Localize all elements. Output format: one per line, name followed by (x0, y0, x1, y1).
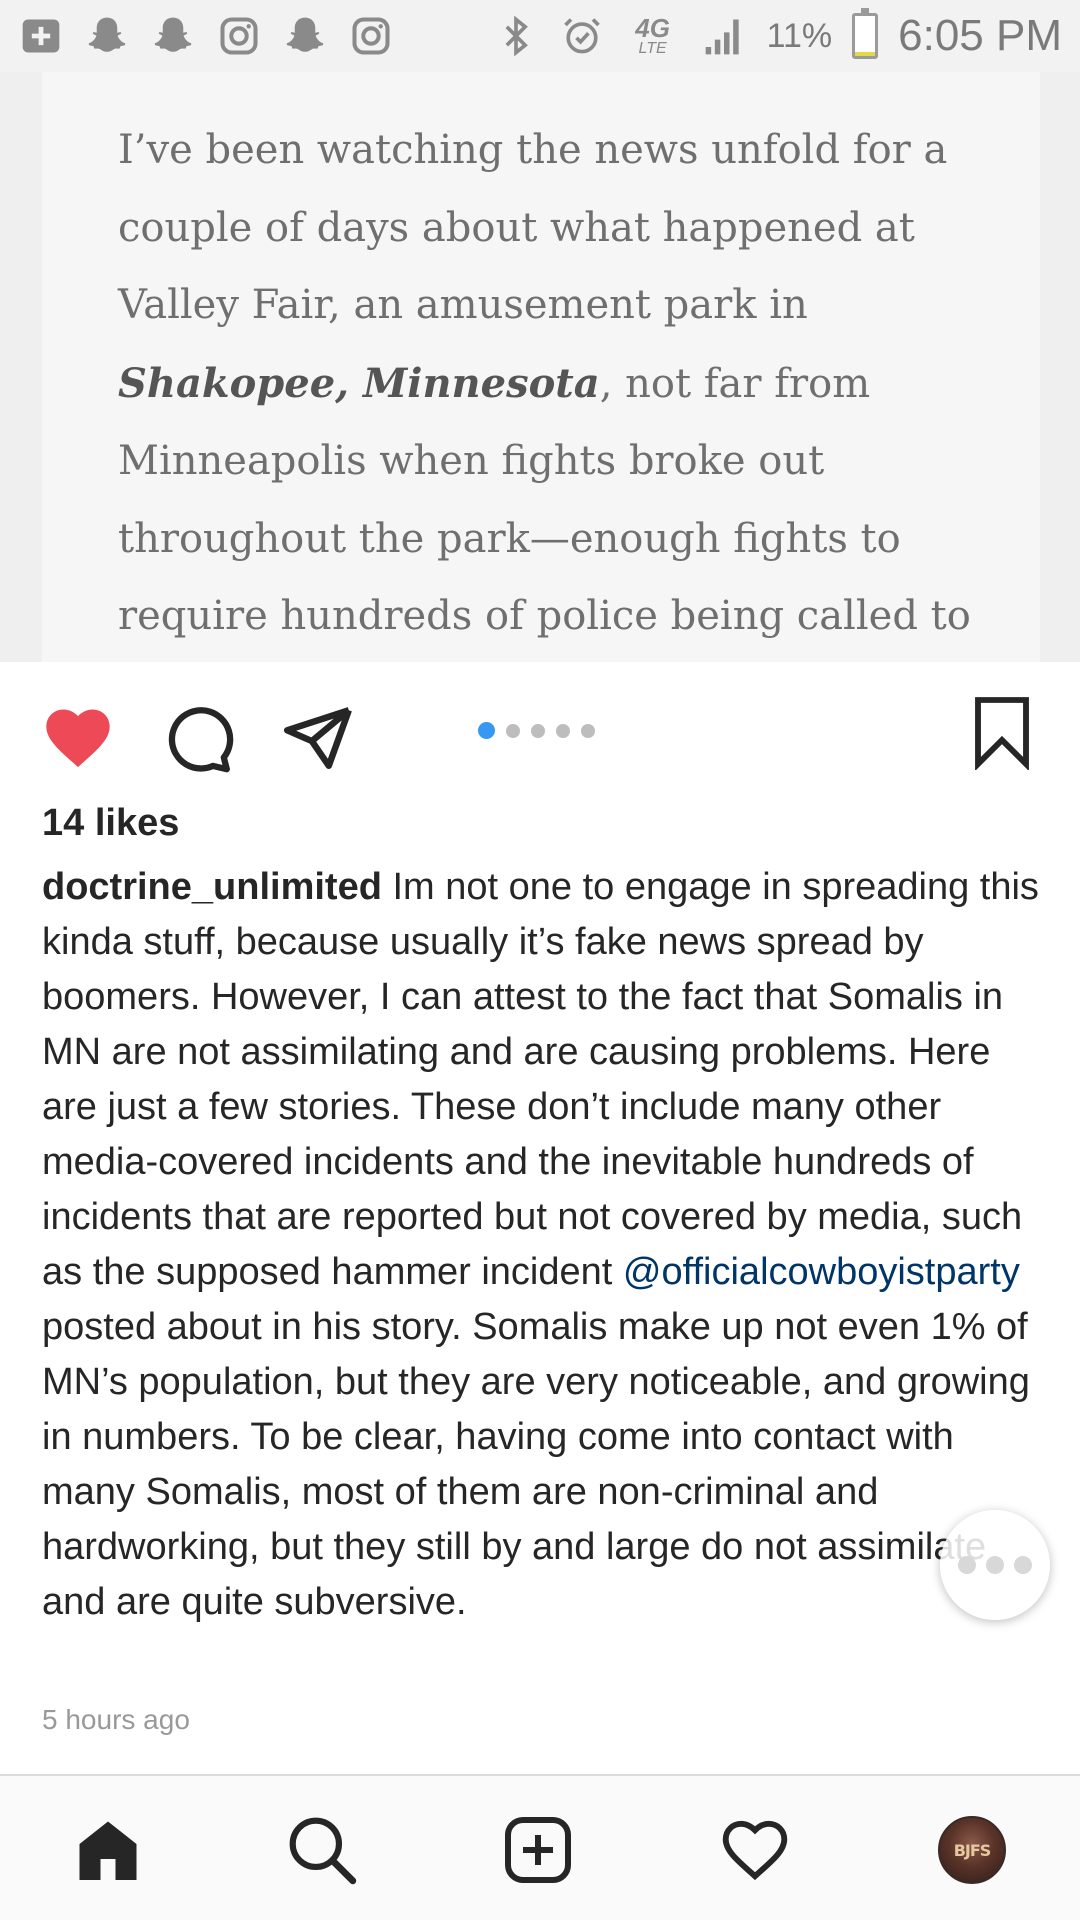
article-line: throughout the park—enough fights to (118, 515, 901, 562)
instagram-icon (216, 13, 262, 59)
carousel-indicator (478, 722, 595, 739)
instagram-icon (348, 13, 394, 59)
home-icon (79, 1821, 137, 1880)
network-type: 4G (635, 13, 670, 43)
avatar-text: BJFS (953, 1840, 992, 1860)
status-bar-notifications (18, 13, 394, 59)
post-timestamp: 5 hours ago (42, 1704, 190, 1735)
bookmark-icon (975, 697, 1029, 770)
carousel-dot (581, 723, 595, 738)
article-line: I’ve been watching the news unfold for a (118, 127, 948, 173)
nav-home-button[interactable] (68, 1810, 148, 1890)
status-bar: 4G LTE 11% 6:05 PM (0, 0, 1080, 72)
bottom-navigation: BJFS (0, 1774, 1080, 1920)
caption-username[interactable]: doctrine_unlimited (42, 866, 382, 908)
save-button[interactable] (968, 692, 1036, 772)
article-line-rest: , not far from (599, 360, 871, 407)
profile-avatar: BJFS (938, 1816, 1006, 1884)
caption-text-continued: posted about in his story. Somalis make … (42, 1306, 1030, 1623)
article-screenshot: I’ve been watching the news unfold for a… (42, 72, 1040, 662)
battery-level (855, 51, 876, 56)
network-subtype: LTE (638, 40, 667, 57)
article-line: Minneapolis when fights broke out (118, 438, 825, 484)
add-post-icon (505, 1817, 571, 1883)
article-line: Shakopee, Minnesota, not far from (118, 345, 998, 424)
carousel-dot (478, 722, 495, 739)
post-image[interactable]: I’ve been watching the news unfold for a… (0, 72, 1080, 662)
post-caption: doctrine_unlimited Im not one to engage … (42, 860, 1042, 1630)
comment-button[interactable] (160, 698, 236, 778)
clock: 6:05 PM (898, 11, 1062, 60)
add-box-icon (18, 13, 64, 59)
article-line: Valley Fair, an amusement park in (118, 282, 808, 328)
caption-text: Im not one to engage in spreading this k… (42, 866, 1039, 1293)
4g-lte-icon: 4G LTE (625, 13, 681, 59)
more-dot-icon (986, 1556, 1004, 1574)
activity-heart-icon (722, 1820, 788, 1881)
snapchat-icon (282, 13, 328, 59)
article-bold-location: Shakopee, Minnesota (118, 359, 600, 407)
nav-activity-button[interactable] (715, 1810, 795, 1890)
carousel-dot (556, 723, 570, 738)
carousel-dot (506, 723, 520, 738)
caption-mention[interactable]: @officialcowboyistparty (623, 1251, 1020, 1293)
heart-filled-icon (46, 709, 110, 768)
like-button[interactable] (38, 698, 118, 778)
status-bar-system: 4G LTE 11% 6:05 PM (493, 8, 1062, 61)
article-line: couple of days about what happened at (118, 204, 915, 251)
battery-percent: 11% (766, 16, 833, 55)
snapchat-icon (84, 13, 130, 59)
comment-icon (168, 707, 234, 773)
share-button[interactable] (278, 698, 358, 778)
floating-more-button[interactable] (940, 1510, 1050, 1620)
carousel-dot (531, 723, 545, 738)
nav-profile-button[interactable]: BJFS (932, 1810, 1012, 1890)
alarm-icon (559, 13, 605, 59)
more-dot-icon (958, 1556, 976, 1574)
like-count[interactable]: 14 likes (42, 802, 179, 845)
battery-icon (852, 8, 879, 59)
snapchat-icon (150, 13, 196, 59)
more-dot-icon (1014, 1556, 1032, 1574)
signal-icon (701, 13, 747, 59)
direct-share-icon (283, 707, 352, 769)
article-text: I’ve been watching the news unfold for a… (118, 112, 998, 656)
post-actions (0, 662, 1080, 802)
article-line: require hundreds of police being called … (118, 593, 971, 639)
nav-search-button[interactable] (282, 1810, 362, 1890)
search-icon (289, 1817, 357, 1885)
nav-new-post-button[interactable] (498, 1810, 578, 1890)
bluetooth-icon (493, 13, 539, 59)
